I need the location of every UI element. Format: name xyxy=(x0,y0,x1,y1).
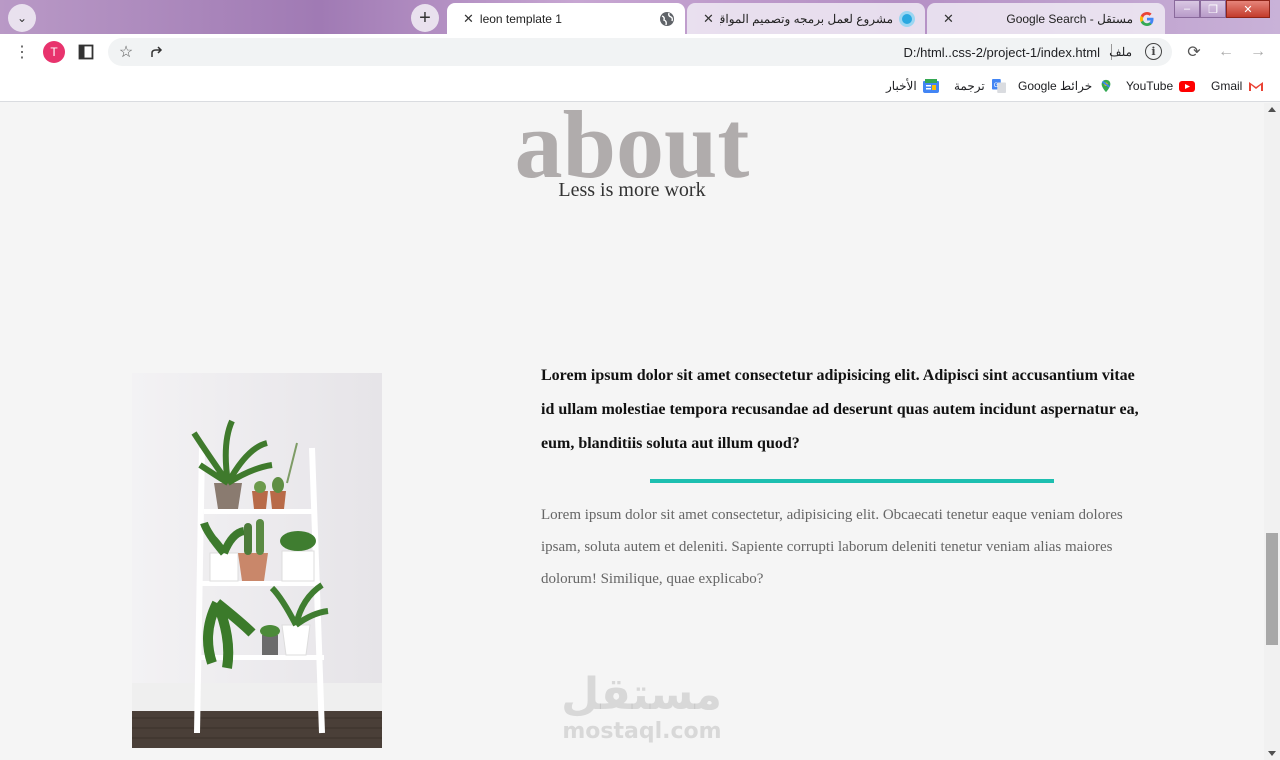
watermark-latin: mostaql.com xyxy=(562,719,722,744)
section-subtitle: Less is more work xyxy=(558,179,706,201)
news-icon xyxy=(922,79,939,93)
minimize-button[interactable]: – xyxy=(1174,0,1200,18)
profile-avatar[interactable]: T xyxy=(43,41,65,63)
tab-leon-template[interactable]: ✕ leon template 1 xyxy=(447,3,685,34)
mostaql-watermark: مستقل mostaql.com xyxy=(561,669,722,745)
reload-icon[interactable]: ⟳ xyxy=(1184,42,1204,62)
globe-icon xyxy=(660,11,674,26)
forward-arrow-icon[interactable]: → xyxy=(1248,42,1268,62)
close-icon[interactable]: ✕ xyxy=(703,11,714,27)
close-icon[interactable]: ✕ xyxy=(943,11,954,27)
gmail-icon xyxy=(1249,82,1264,91)
bookmark-label: YouTube xyxy=(1126,79,1174,93)
tab-google-search[interactable]: ✕ مستقل - Google Search xyxy=(927,3,1165,34)
window-controls: – ❐ ✕ xyxy=(1174,0,1270,18)
scroll-down-arrow-icon[interactable] xyxy=(1268,751,1276,756)
browser-toolbar: ⋮ T ☆ D:/html..css-2/project-1/index.htm… xyxy=(0,34,1280,70)
youtube-icon xyxy=(1179,81,1196,92)
new-tab-button[interactable]: + xyxy=(411,4,439,32)
maps-icon xyxy=(1101,79,1111,93)
mostaql-icon xyxy=(899,10,915,27)
tab-title: leon template 1 xyxy=(479,11,562,26)
bookmark-maps[interactable]: خرائط Google xyxy=(1018,77,1114,95)
star-icon[interactable]: ☆ xyxy=(116,42,136,62)
side-panel-icon[interactable] xyxy=(76,42,96,62)
bookmark-label: الأخبار xyxy=(886,79,917,93)
close-icon[interactable]: ✕ xyxy=(463,11,474,27)
page-viewport: about Less is more work Lorem ipsum dolo… xyxy=(0,103,1264,760)
share-icon[interactable] xyxy=(148,42,168,62)
body-paragraph: Lorem ipsum dolor sit amet consectetur, … xyxy=(541,507,1123,587)
translate-icon: G xyxy=(991,79,1006,93)
bookmark-gmail[interactable]: Gmail xyxy=(1211,77,1264,95)
address-bar[interactable]: ☆ D:/html..css-2/project-1/index.html مل… xyxy=(108,38,1172,66)
tab-mostaql-project[interactable]: ✕ مشروع لعمل برمجه وتصميم المواقع | مستق… xyxy=(687,3,925,34)
kebab-menu-icon[interactable]: ⋮ xyxy=(12,42,32,62)
tab-search-button[interactable]: ⌄ xyxy=(8,4,36,32)
google-icon xyxy=(1140,11,1154,26)
url-text[interactable]: D:/html..css-2/project-1/index.html xyxy=(903,45,1100,60)
maximize-button[interactable]: ❐ xyxy=(1200,0,1226,18)
watermark-arabic: مستقل xyxy=(561,669,722,720)
bookmark-news[interactable]: الأخبار xyxy=(886,77,939,95)
bookmark-label: خرائط Google xyxy=(1018,79,1093,93)
bookmark-label: Gmail xyxy=(1211,79,1243,93)
plus-icon: + xyxy=(419,6,431,29)
scroll-up-arrow-icon[interactable] xyxy=(1268,107,1276,112)
tab-title: مشروع لعمل برمجه وتصميم المواقع | مستقل xyxy=(719,11,893,26)
bookmarks-bar: Gmail YouTube خرائط Google ترجمة G الأخب… xyxy=(0,70,1280,102)
chevron-down-icon: ⌄ xyxy=(16,11,28,25)
bookmark-translate[interactable]: ترجمة G xyxy=(954,77,1007,95)
lead-paragraph: Lorem ipsum dolor sit amet consectetur a… xyxy=(541,367,1139,452)
scheme-label: ملف xyxy=(1109,45,1132,59)
info-icon[interactable]: i xyxy=(1145,43,1162,60)
tab-title: مستقل - Google Search xyxy=(1006,11,1133,26)
scroll-thumb[interactable] xyxy=(1266,533,1278,645)
back-arrow-icon[interactable]: ← xyxy=(1216,42,1236,62)
svg-text:G: G xyxy=(994,82,999,89)
vertical-scrollbar[interactable] xyxy=(1264,103,1280,760)
close-window-button[interactable]: ✕ xyxy=(1226,0,1270,18)
accent-divider xyxy=(650,479,1054,483)
bookmark-label: ترجمة xyxy=(954,79,985,93)
bookmark-youtube[interactable]: YouTube xyxy=(1126,77,1196,95)
plant-shelf-image xyxy=(132,373,382,748)
tab-strip: ⌄ + ✕ leon template 1 ✕ مشروع لعمل برمجه… xyxy=(0,0,1280,34)
